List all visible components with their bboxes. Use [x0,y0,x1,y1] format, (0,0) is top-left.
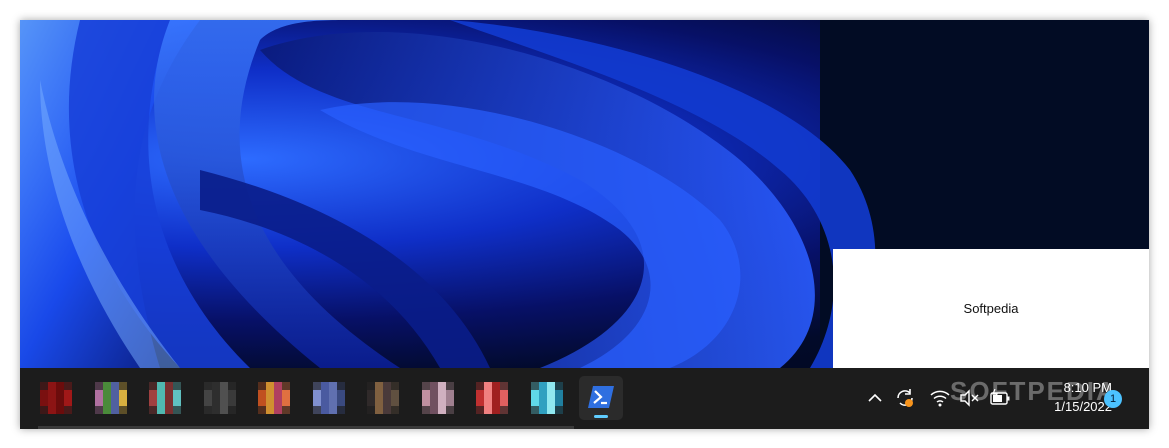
taskbar-app-6[interactable] [307,376,351,420]
taskbar-app-7[interactable] [361,376,405,420]
taskbar-app-8[interactable] [416,376,460,420]
desktop-wallpaper: Softpedia [20,20,1149,368]
powershell-icon [588,386,614,408]
taskbar-app-10[interactable] [525,376,569,420]
clock-time: 8:10 PM [1063,380,1112,395]
popup-text: Softpedia [963,301,1019,316]
app-icon [367,382,399,414]
app-icon [203,382,236,414]
app-icon [149,382,181,414]
notification-popup[interactable]: Softpedia [833,249,1149,368]
notification-badge[interactable]: 1 [1104,390,1122,408]
taskbar-app-4[interactable] [198,376,242,420]
taskbar-app-1[interactable] [34,376,78,420]
taskbar: SOFTPEDIA 8:10 PM 1/15/2022 1 [20,368,1149,429]
taskbar-app-powershell[interactable] [579,376,623,420]
active-indicator [594,415,608,418]
app-icon [258,382,290,414]
chevron-up-icon[interactable] [863,386,887,410]
taskbar-app-5[interactable] [252,376,296,420]
taskbar-app-3[interactable] [143,376,187,420]
app-icon [94,382,127,414]
app-icon [312,382,345,414]
app-icon [421,382,454,414]
app-icon [476,382,508,414]
volume-muted-icon[interactable] [957,386,981,410]
clock-date: 1/15/2022 [1054,399,1112,414]
wifi-icon[interactable] [928,386,952,410]
battery-icon[interactable] [988,386,1012,410]
screenshot-window: Softpedia SOFTPEDIA 8:10 PM 1/15/2022 1 [20,20,1149,429]
sync-icon[interactable] [893,386,917,410]
taskbar-app-9[interactable] [470,376,514,420]
app-icon [40,382,72,414]
taskbar-app-2[interactable] [89,376,133,420]
taskbar-underline [38,426,574,429]
clock[interactable]: 8:10 PM 1/15/2022 [1022,378,1112,416]
app-icon [530,382,563,414]
